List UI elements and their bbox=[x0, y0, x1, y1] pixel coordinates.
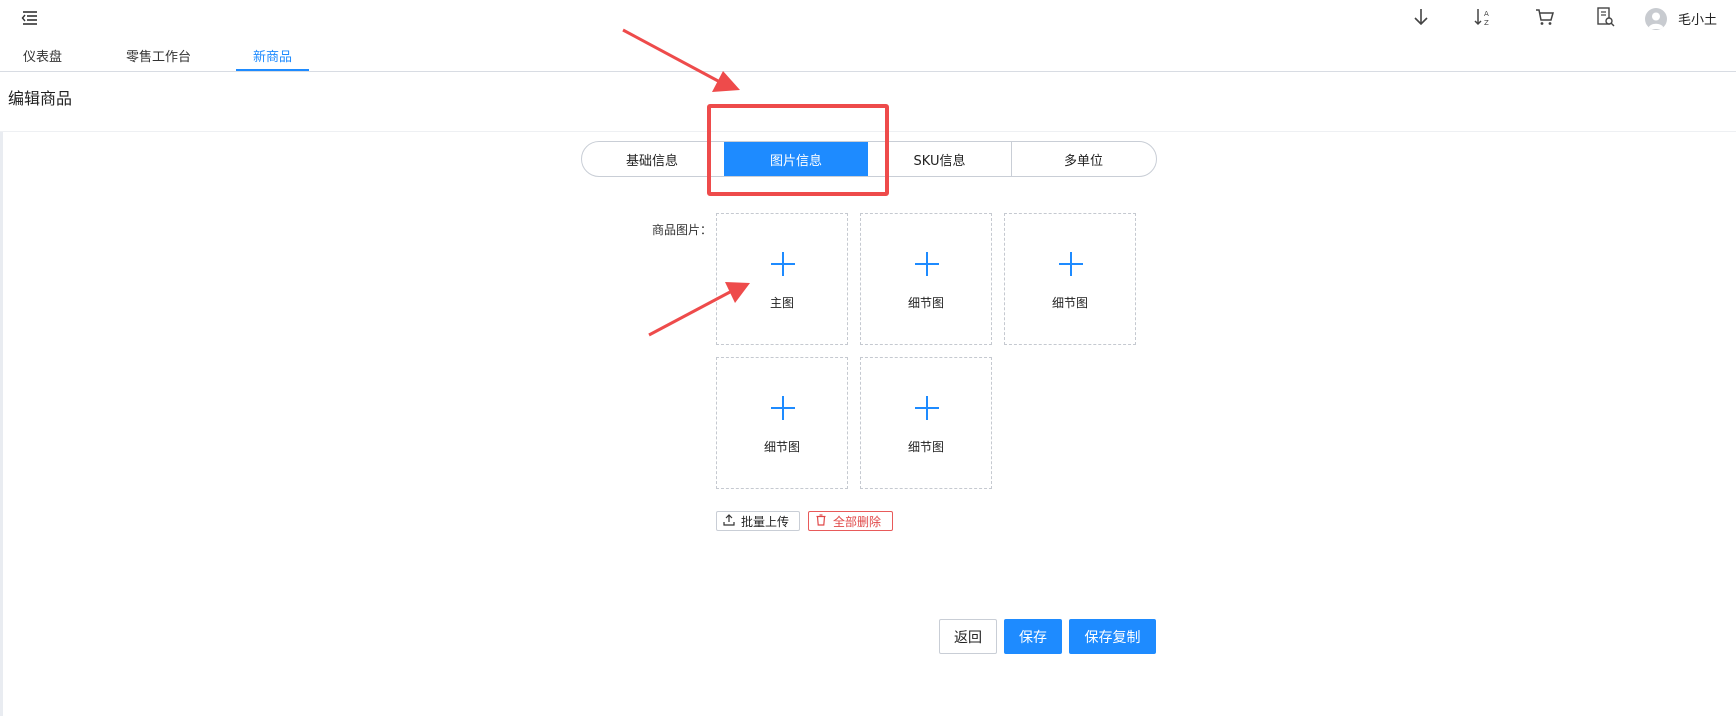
annotation-arrows bbox=[622, 28, 750, 337]
annotation-arrow-main-image bbox=[648, 282, 750, 337]
annotation-arrow-top bbox=[622, 28, 740, 92]
